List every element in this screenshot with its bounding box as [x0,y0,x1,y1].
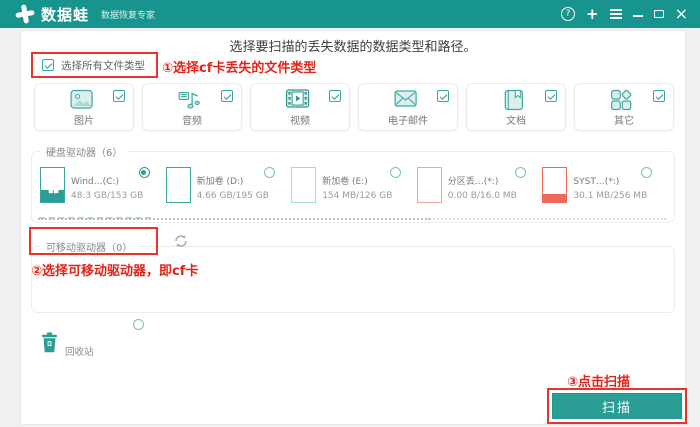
drive-name: Wind…(C:) [71,177,119,187]
audio-checkbox[interactable] [221,90,233,102]
drive-icon [291,167,317,203]
select-all-checkbox[interactable] [42,59,54,71]
drive-icon [165,167,191,203]
hard-drives-legend: 硬盘驱动器（6） [46,148,123,159]
drive-radio[interactable] [138,167,150,178]
document-icon [504,89,523,111]
drive-icon [40,167,65,203]
file-type-card-video[interactable]: 视频 [250,83,350,131]
drive-name: 分区丢…(*:) [447,177,499,187]
file-type-label: 其它 [614,116,634,127]
annotation-step1: ①选择cf卡丢失的文件类型 [162,61,317,76]
window-controls: ? + × [561,0,688,28]
drive-name: 新加卷 (E:) [322,177,368,187]
document-checkbox[interactable] [545,90,557,102]
maximize-icon[interactable] [653,10,664,18]
file-type-label: 文档 [506,116,526,127]
select-all-file-types[interactable]: 选择所有文件类型 [31,52,158,78]
scan-annotation-box: 扫描 [547,388,687,424]
annotation-step2: ②选择可移动驱动器，即cf卡 [31,264,199,279]
app-title: 数据蛙 [41,5,90,24]
file-type-label: 图片 [74,116,94,127]
menu-icon[interactable] [609,9,622,19]
app-window: 数据蛙 数据恢复专家 ? + × 选择要扫描的丢失数据的数据类型和路径。 选择所… [0,0,700,427]
file-type-label: 音频 [182,116,202,127]
help-icon[interactable]: ? [561,7,576,21]
minimize-icon[interactable] [632,11,643,17]
other-checkbox[interactable] [653,90,665,102]
drive-radio[interactable] [515,167,527,178]
email-icon [394,90,417,107]
drive-capacity: 30.1 MB/256 MB [573,191,648,202]
drive-capacity: 4.66 GB/195 GB [196,191,269,202]
main-content: 选择要扫描的丢失数据的数据类型和路径。 选择所有文件类型 ①选择cf卡丢失的文件… [20,30,687,425]
windows-logo-icon [48,184,59,194]
image-icon [70,89,93,109]
drive-lost-partition[interactable]: 分区丢…(*:) 0.00 B/16.0 MB [416,167,543,211]
removable-annotation-box [29,227,158,255]
video-checkbox[interactable] [329,90,341,102]
title-bar: 数据蛙 数据恢复专家 ? + × [0,0,700,28]
file-type-card-other[interactable]: 其它 [574,83,674,131]
drive-capacity: 154 MB/126 GB [322,191,393,202]
drive-d[interactable]: 新加卷 (D:) 4.66 GB/195 GB [165,167,292,211]
drives-scrollbar-thumb[interactable] [38,218,430,220]
email-checkbox[interactable] [437,90,449,102]
file-type-card-document[interactable]: 文档 [466,83,566,131]
file-type-card-image[interactable]: 图片 [34,83,134,131]
video-icon [286,89,310,108]
app-subtitle: 数据恢复专家 [101,10,156,21]
file-type-card-email[interactable]: 电子邮件 [358,83,458,131]
drive-e[interactable]: 新加卷 (E:) 154 MB/126 GB [291,167,417,211]
hard-drives-list: Wind…(C:) 48.3 GB/153 GB 新加卷 (D:) 4.66 G… [32,159,674,211]
app-logo-cross-icon [15,4,35,24]
scan-button[interactable]: 扫描 [552,393,682,419]
drive-radio[interactable] [389,167,401,178]
drive-icon [542,167,568,203]
file-type-label: 视频 [290,116,310,127]
drive-capacity: 0.00 B/16.0 MB [447,191,517,202]
close-icon[interactable]: × [675,6,688,22]
trash-icon[interactable] [41,332,58,353]
drive-c[interactable]: Wind…(C:) 48.3 GB/153 GB [40,167,166,211]
drive-name: SYST…(*:) [573,177,620,187]
file-type-cards: 图片 音频 视频 电子邮件 文档 其它 [34,83,674,131]
drive-name: 新加卷 (D:) [196,177,244,187]
audio-icon [178,91,200,109]
drive-icon [416,167,442,203]
recycle-bin-label: 回收站 [65,347,94,358]
image-checkbox[interactable] [113,90,125,102]
recycle-bin-radio[interactable] [133,319,144,330]
refresh-icon[interactable] [173,233,189,249]
drive-system[interactable]: SYST…(*:) 30.1 MB/256 MB [542,167,668,211]
other-icon [611,89,632,111]
add-icon[interactable]: + [586,5,599,23]
drive-capacity: 48.3 GB/153 GB [71,191,144,202]
select-all-label: 选择所有文件类型 [61,59,145,72]
file-type-label: 电子邮件 [388,116,428,127]
drive-radio[interactable] [640,167,652,178]
drive-radio[interactable] [264,167,276,178]
file-type-card-audio[interactable]: 音频 [142,83,242,131]
hard-drives-section: 硬盘驱动器（6） Wind…(C:) 48.3 GB/153 GB 新加卷 (D… [31,144,675,223]
